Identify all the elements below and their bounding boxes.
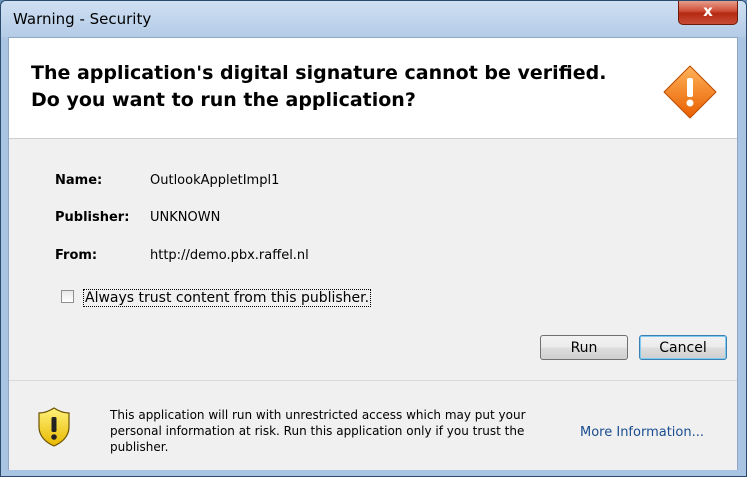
warning-headline: The application's digital signature cann… <box>31 60 631 114</box>
headline-line-2: Do you want to run the application? <box>31 89 416 111</box>
warning-diamond-icon <box>663 65 717 119</box>
cancel-button[interactable]: Cancel <box>639 335 727 360</box>
name-row: Name: OutlookAppletImpl1 <box>55 173 279 188</box>
from-row: From: http://demo.pbx.raffel.nl <box>55 248 309 263</box>
publisher-label: Publisher: <box>55 210 130 225</box>
risk-message: This application will run with unrestric… <box>110 408 526 454</box>
trust-publisher-label[interactable]: Always trust content from this publisher… <box>83 289 372 307</box>
dialog-client-area: The application's digital signature cann… <box>8 37 738 470</box>
window-title: Warning - Security <box>13 10 152 28</box>
security-warning-dialog: Warning - Security x The application's d… <box>0 0 747 477</box>
close-button[interactable]: x <box>678 1 738 25</box>
run-button[interactable]: Run <box>540 335 628 360</box>
name-value: OutlookAppletImpl1 <box>150 173 280 188</box>
risk-footer: This application will run with unrestric… <box>9 380 737 470</box>
from-value: http://demo.pbx.raffel.nl <box>150 248 309 263</box>
shield-warning-icon <box>38 407 70 447</box>
from-label: From: <box>55 248 98 263</box>
dialog-header: The application's digital signature cann… <box>9 38 737 139</box>
headline-line-1: The application's digital signature cann… <box>31 62 607 84</box>
publisher-row: Publisher: UNKNOWN <box>55 210 220 225</box>
name-label: Name: <box>55 173 103 188</box>
title-bar[interactable]: Warning - Security x <box>1 1 746 37</box>
more-information-link[interactable]: More Information... <box>580 425 704 440</box>
trust-publisher-checkbox[interactable] <box>61 290 74 303</box>
publisher-value: UNKNOWN <box>150 210 221 225</box>
